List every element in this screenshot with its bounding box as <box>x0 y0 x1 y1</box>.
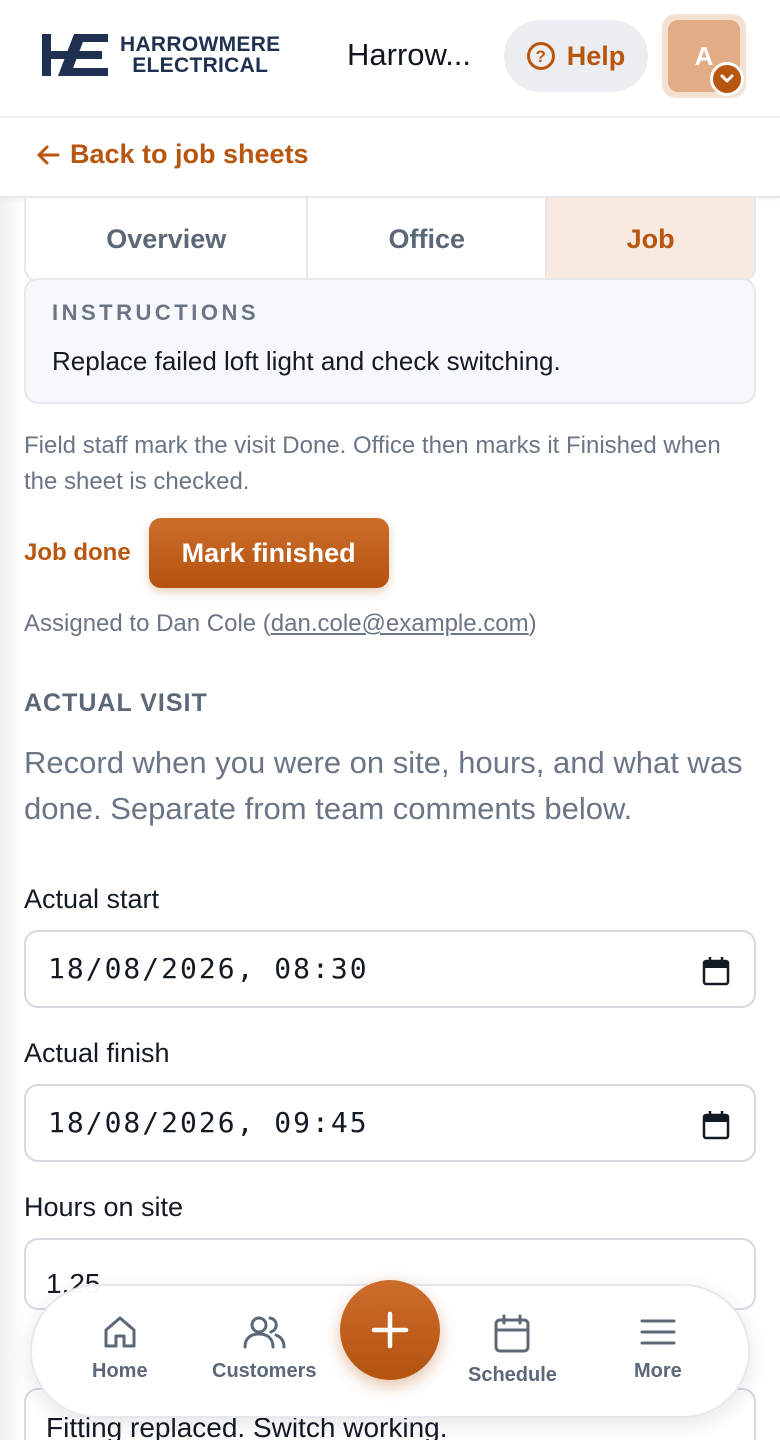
actual-visit-heading: ACTUAL VISIT <box>24 689 208 717</box>
brand-logo[interactable]: HARROWMERE ELECTRICAL <box>40 32 281 78</box>
nav-more[interactable]: More <box>634 1314 682 1383</box>
actual-finish-value: 18/08/2026, 09:45 <box>48 1106 369 1139</box>
app-header: HARROWMERE ELECTRICAL Harrow... ? Help A <box>0 0 780 118</box>
brand-mark-icon <box>42 34 108 76</box>
back-bar: Back to job sheets <box>0 118 780 198</box>
tab-job[interactable]: Job <box>547 198 754 280</box>
back-label: Back to job sheets <box>70 139 309 169</box>
assignee-email-link[interactable]: dan.cole@example.com <box>271 610 529 637</box>
assignment-prefix: Assigned to Dan Cole ( <box>24 610 271 637</box>
add-button[interactable] <box>340 1280 440 1380</box>
nav-home-label: Home <box>92 1360 148 1382</box>
instructions-text: Replace failed loft light and check swit… <box>52 346 561 376</box>
brand-wordmark: HARROWMERE ELECTRICAL <box>120 34 281 76</box>
tab-overview[interactable]: Overview <box>26 198 309 280</box>
calendar-icon[interactable] <box>702 956 730 986</box>
nav-home[interactable]: Home <box>92 1314 148 1383</box>
brand-line-1: HARROWMERE <box>120 33 281 56</box>
nav-more-label: More <box>634 1360 682 1382</box>
assignment-suffix: ) <box>528 610 537 637</box>
status-row: Job done Mark finished <box>24 518 389 588</box>
tab-office[interactable]: Office <box>308 198 548 280</box>
app-edge-shadow <box>0 0 24 1440</box>
calendar-icon <box>494 1314 530 1353</box>
job-tabs: Overview Office Job <box>24 198 756 282</box>
help-label: Help <box>566 40 626 71</box>
app-title: Harrow... <box>347 37 472 72</box>
actual-start-input[interactable]: 18/08/2026, 08:30 <box>24 930 756 1008</box>
users-icon <box>243 1316 286 1349</box>
help-icon: ? <box>526 42 555 70</box>
hours-on-site-label: Hours on site <box>24 1192 184 1222</box>
menu-icon <box>640 1319 676 1345</box>
nav-customers[interactable]: Customers <box>212 1314 316 1383</box>
help-button[interactable]: ? Help <box>504 20 648 92</box>
status-badge: Job done <box>24 539 131 566</box>
instructions-card: INSTRUCTIONS Replace failed loft light a… <box>24 278 756 404</box>
chevron-down-icon <box>710 62 744 96</box>
arrow-left-icon <box>37 145 60 164</box>
nav-schedule[interactable]: Schedule <box>468 1314 557 1387</box>
nav-customers-label: Customers <box>212 1360 317 1382</box>
workflow-note: Field staff mark the visit Done. Office … <box>24 432 721 495</box>
actual-finish-input[interactable]: 18/08/2026, 09:45 <box>24 1084 756 1162</box>
mark-finished-button[interactable]: Mark finished <box>148 518 389 588</box>
plus-icon <box>371 1311 409 1349</box>
actual-start-label: Actual start <box>24 884 160 914</box>
back-to-job-sheets-link[interactable]: Back to job sheets <box>36 139 309 170</box>
actual-start-value: 18/08/2026, 08:30 <box>48 952 369 985</box>
assignment-text: Assigned to Dan Cole (dan.cole@example.c… <box>24 610 537 638</box>
actual-finish-label: Actual finish <box>24 1038 170 1068</box>
nav-schedule-label: Schedule <box>468 1364 557 1386</box>
calendar-icon[interactable] <box>702 1110 730 1140</box>
brand-line-2: ELECTRICAL <box>132 54 269 77</box>
home-icon <box>104 1316 136 1348</box>
actual-visit-description: Record when you were on site, hours, and… <box>24 745 743 826</box>
instructions-heading: INSTRUCTIONS <box>52 300 259 325</box>
account-menu-button[interactable]: A <box>662 14 746 98</box>
